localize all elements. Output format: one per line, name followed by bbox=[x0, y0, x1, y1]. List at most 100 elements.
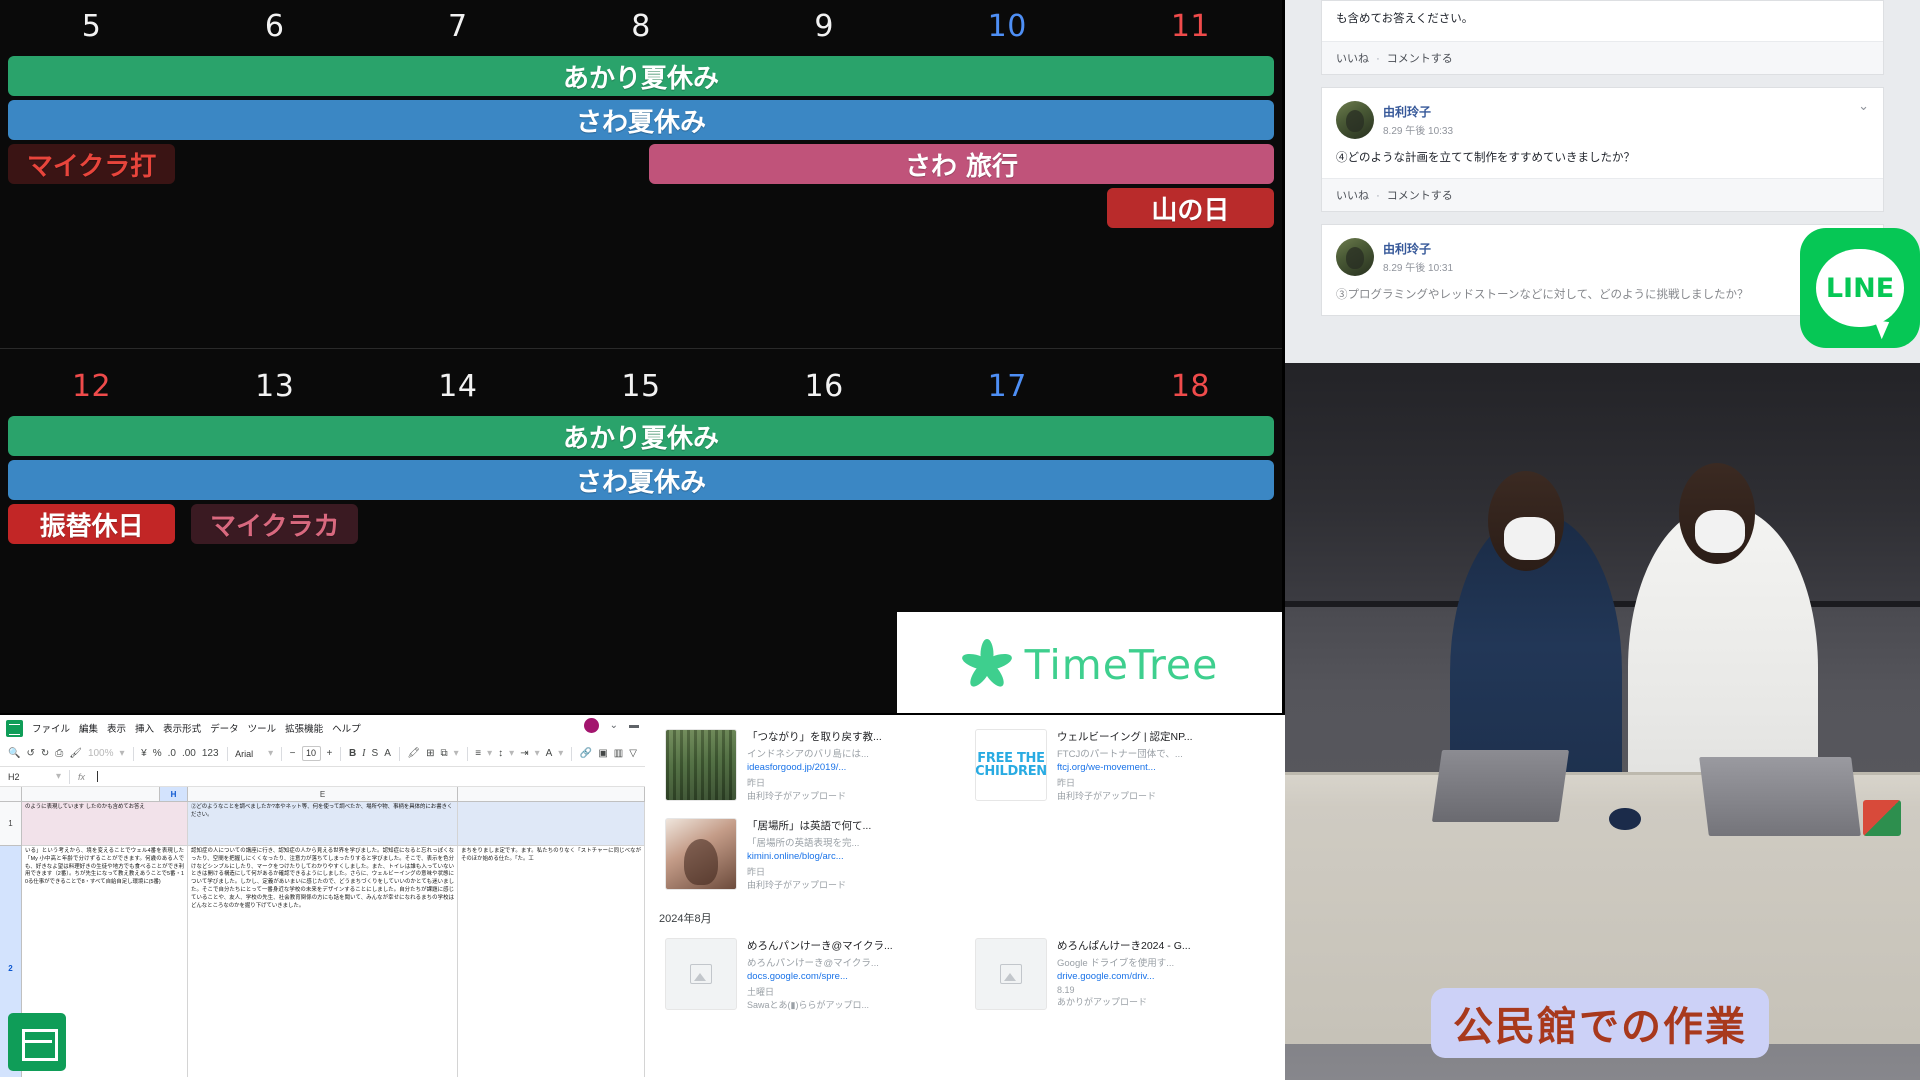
search-icon[interactable]: 🔍 bbox=[8, 748, 20, 759]
drive-card-url[interactable]: drive.google.com/driv... bbox=[1057, 971, 1267, 982]
rotation-chevron-icon[interactable]: ▾ bbox=[558, 748, 563, 759]
calendar-event[interactable]: さわ夏休み bbox=[8, 100, 1274, 140]
drive-card-title[interactable]: 「つながり」を取り戻す教... bbox=[747, 729, 957, 744]
cell-row1-colright[interactable] bbox=[458, 802, 645, 846]
drive-link-card[interactable]: めろんパンけーき@マイクラ... めろんパンけーき@マイクラ... docs.goo… bbox=[655, 932, 965, 1021]
decrease-font-size-button[interactable]: − bbox=[290, 748, 296, 759]
horizontal-align-icon[interactable]: ≡ bbox=[475, 748, 481, 759]
avatar[interactable] bbox=[1336, 237, 1374, 276]
increase-font-size-button[interactable]: + bbox=[327, 748, 333, 759]
drive-card-url[interactable]: ftcj.org/we-movement... bbox=[1057, 762, 1267, 773]
comment-button[interactable]: コメントする bbox=[1387, 53, 1453, 65]
calendar-event[interactable]: 山の日 bbox=[1106, 188, 1274, 228]
cell-row1-cole[interactable]: ②どのようなことを調べましたか?本やネット等、何を使って調べたか、場所や物、事柄… bbox=[188, 802, 458, 846]
menu-view[interactable]: 表示 bbox=[107, 721, 126, 735]
wrap-chevron-icon[interactable]: ▾ bbox=[535, 748, 540, 759]
drive-card-title[interactable]: めろんパンけーき@マイクラ... bbox=[747, 938, 957, 953]
calendar-event[interactable]: あかり夏休み bbox=[8, 56, 1274, 96]
valign-chevron-icon[interactable]: ▾ bbox=[509, 748, 514, 759]
spreadsheet-grid[interactable]: H E 1 2 のように表現しています したのかも含めてお答え ②どのようなこと… bbox=[0, 787, 645, 1077]
currency-format-button[interactable]: ¥ bbox=[141, 748, 147, 759]
calendar-day-number[interactable]: 13 bbox=[183, 369, 366, 404]
calendar-day-number[interactable]: 5 bbox=[0, 9, 183, 44]
insert-comment-icon[interactable]: ▣ bbox=[598, 748, 607, 759]
percent-format-button[interactable]: % bbox=[153, 748, 162, 759]
calendar-event[interactable]: さわ夏休み bbox=[8, 460, 1274, 500]
text-color-button[interactable]: A bbox=[384, 748, 391, 759]
merge-cells-icon[interactable]: ⧉ bbox=[441, 748, 448, 759]
calendar-event[interactable]: さわ 旅行 bbox=[649, 144, 1274, 184]
calendar-event[interactable]: あかり夏休み bbox=[8, 416, 1274, 456]
sheets-account-area[interactable]: ⌄ ▬ bbox=[583, 718, 639, 733]
font-family-select[interactable]: Arial bbox=[235, 749, 262, 759]
menu-insert[interactable]: 挿入 bbox=[135, 721, 154, 735]
strikethrough-button[interactable]: S bbox=[372, 748, 379, 759]
borders-icon[interactable]: ⊞ bbox=[426, 748, 434, 759]
table-row[interactable]: いる」という考えから、境を変えることでウェル4番を表現した「My 小中高と年齢で… bbox=[22, 846, 645, 1077]
merge-chevron-icon[interactable]: ▾ bbox=[454, 748, 459, 759]
menu-data[interactable]: データ bbox=[210, 721, 239, 735]
menu-tools[interactable]: ツール bbox=[248, 721, 277, 735]
column-header-left[interactable] bbox=[22, 787, 160, 801]
print-icon[interactable]: ⎙ bbox=[55, 748, 63, 759]
column-header-h[interactable]: H bbox=[160, 787, 188, 801]
timetree-calendar-panel[interactable]: 5 6 7 8 9 10 11 あかり夏休み さわ夏休み マイクラ打 さわ 旅行 山の日 12 13 14 1… bbox=[0, 0, 1282, 715]
minimize-icon[interactable]: ▬ bbox=[629, 720, 639, 731]
like-button[interactable]: いいね bbox=[1336, 190, 1369, 202]
drive-card-title[interactable]: 「居場所」は英語で何て... bbox=[747, 818, 957, 833]
vertical-align-icon[interactable]: ↕ bbox=[498, 748, 503, 759]
sheets-toolbar[interactable]: 🔍 ↺ ↻ ⎙ 🖌 100% ▾ ¥ % .0 .00 123 Arial ▾ … bbox=[0, 741, 645, 767]
row-header-1[interactable]: 1 bbox=[0, 802, 21, 846]
insert-link-icon[interactable]: 🔗 bbox=[580, 748, 592, 759]
menu-extensions[interactable]: 拡張機能 bbox=[285, 721, 323, 735]
menu-format[interactable]: 表示形式 bbox=[163, 721, 201, 735]
namebox-chevron-icon[interactable]: ▾ bbox=[56, 771, 61, 782]
drive-card-url[interactable]: docs.google.com/spre... bbox=[747, 971, 957, 982]
calendar-day-number[interactable]: 14 bbox=[366, 369, 549, 404]
cell-row2-cole[interactable]: 認知症の人についての講座に行き、認知症の人から見える世界を学びました。認知症にな… bbox=[188, 846, 458, 1077]
post-actions[interactable]: いいね · コメントする bbox=[1322, 177, 1883, 211]
drive-link-card[interactable]: めろんぱんけーき2024 - G... Google ドライブを使用す... dri… bbox=[965, 932, 1275, 1021]
calendar-event[interactable]: 振替休日 bbox=[8, 504, 176, 544]
drive-card-title[interactable]: ウェルビーイング | 認定NP... bbox=[1057, 729, 1267, 744]
google-sheets-window[interactable]: ファイル 編集 表示 挿入 表示形式 データ ツール 拡張機能 ヘルプ ⌄ ▬ … bbox=[0, 715, 645, 1080]
calendar-day-number[interactable]: 12 bbox=[0, 369, 183, 404]
comment-button[interactable]: コメントする bbox=[1387, 190, 1453, 202]
italic-button[interactable]: I bbox=[362, 748, 365, 759]
calendar-day-number[interactable]: 9 bbox=[733, 9, 916, 44]
halign-chevron-icon[interactable]: ▾ bbox=[487, 748, 492, 759]
drive-card-url[interactable]: kimini.online/blog/arc... bbox=[747, 851, 957, 862]
zoom-chevron-icon[interactable]: ▾ bbox=[120, 748, 125, 759]
avatar[interactable] bbox=[583, 718, 599, 733]
bold-button[interactable]: B bbox=[349, 748, 356, 759]
cell-row1-colh[interactable]: のように表現しています したのかも含めてお答え bbox=[22, 802, 188, 846]
drive-links-panel[interactable]: 「つながり」を取り戻す教... インドネシアのバリ島には... ideasforgo… bbox=[645, 715, 1285, 1080]
menu-help[interactable]: ヘルプ bbox=[332, 721, 361, 735]
calendar-day-number[interactable]: 6 bbox=[183, 9, 366, 44]
select-all-corner[interactable] bbox=[0, 787, 22, 801]
insert-chart-icon[interactable]: ▥ bbox=[614, 748, 623, 759]
post-actions[interactable]: いいね · コメントする bbox=[1322, 40, 1883, 74]
calendar-day-number[interactable]: 11 bbox=[1099, 9, 1282, 44]
redo-icon[interactable]: ↻ bbox=[41, 748, 49, 759]
calendar-day-number[interactable]: 8 bbox=[549, 9, 732, 44]
calendar-day-number[interactable]: 17 bbox=[916, 369, 1099, 404]
undo-icon[interactable]: ↺ bbox=[26, 748, 34, 759]
text-rotation-icon[interactable]: A bbox=[546, 748, 553, 759]
filter-icon[interactable]: ▽ bbox=[629, 748, 637, 759]
paint-format-icon[interactable]: 🖌 bbox=[69, 748, 82, 759]
chevron-down-icon[interactable]: ⌄ bbox=[1858, 98, 1869, 114]
cell-row2-colright[interactable]: まちをりましま定です。ます。私たちのりなく「ストチャーに同じべながそのほか始める… bbox=[458, 846, 645, 1077]
menu-edit[interactable]: 編集 bbox=[79, 721, 98, 735]
increase-decimal-button[interactable]: .00 bbox=[182, 748, 196, 759]
calendar-day-number[interactable]: 18 bbox=[1099, 369, 1282, 404]
post-card-truncated[interactable]: も含めてお答えください。 いいね · コメントする bbox=[1321, 0, 1884, 75]
number-format-button[interactable]: 123 bbox=[202, 748, 219, 759]
table-row[interactable]: のように表現しています したのかも含めてお答え ②どのようなことを調べましたか?… bbox=[22, 802, 645, 846]
fill-color-icon[interactable]: 🖍 bbox=[407, 748, 420, 759]
decrease-decimal-button[interactable]: .0 bbox=[168, 748, 176, 759]
calendar-event[interactable]: マイクラカ bbox=[191, 504, 359, 544]
avatar[interactable] bbox=[1336, 100, 1374, 139]
like-button[interactable]: いいね bbox=[1336, 53, 1369, 65]
font-chevron-icon[interactable]: ▾ bbox=[268, 748, 273, 759]
